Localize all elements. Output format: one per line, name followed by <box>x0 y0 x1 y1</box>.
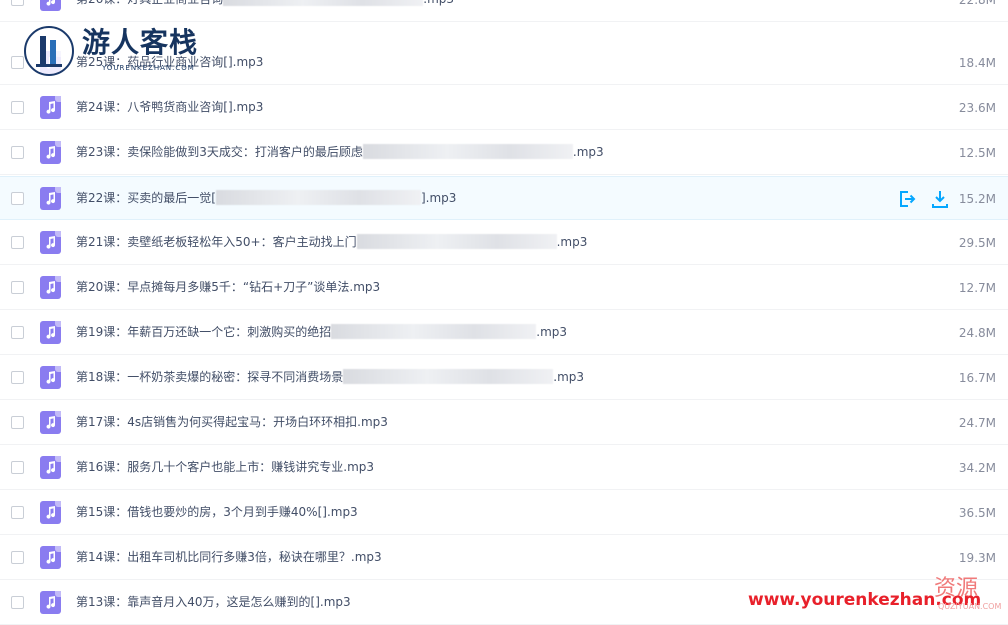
row-checkbox[interactable] <box>11 416 24 429</box>
row-checkbox[interactable] <box>11 236 24 249</box>
file-row[interactable]: 第18课：一杯奶茶卖爆的秘密：探寻不同消费场景 .mp3 16.7M <box>0 356 1008 400</box>
audio-file-icon <box>40 411 61 434</box>
row-checkbox[interactable] <box>11 56 24 69</box>
file-row[interactable]: 第16课：服务几十个客户也能上市：赚钱讲究专业.mp3 34.2M <box>0 446 1008 490</box>
file-size: 12.5M <box>958 146 996 160</box>
file-size: 24.7M <box>958 416 996 430</box>
file-name-text: 第21课：卖壁纸老板轻松年入50+：客户主动找上门 <box>76 235 357 249</box>
file-row[interactable]: 第20课：早点摊每月多赚5千：“钻石+刀子”谈单法.mp3 12.7M <box>0 266 1008 310</box>
audio-file-icon <box>40 546 61 569</box>
file-name-suffix: .mp3 <box>572 145 604 159</box>
redacted-text <box>356 234 557 249</box>
file-size: 34.2M <box>958 461 996 475</box>
file-name[interactable]: 第18课：一杯奶茶卖爆的秘密：探寻不同消费场景 .mp3 <box>76 369 584 385</box>
audio-file-icon <box>40 0 61 11</box>
watermark-logo: 游人客栈 YOURENKEZHAN.COM <box>24 26 224 78</box>
redacted-text <box>362 144 573 159</box>
file-size: 24.8M <box>958 326 996 340</box>
audio-file-icon <box>40 276 61 299</box>
file-name-text: 第17课：4s店销售为何买得起宝马：开场白环环相扣.mp3 <box>76 415 388 429</box>
row-checkbox[interactable] <box>11 281 24 294</box>
file-row[interactable]: 第22课：买卖的最后一觉[ ].mp3 15.2M <box>0 176 1008 220</box>
file-name-text: 第23课：卖保险能做到3天成交：打消客户的最后顾虑 <box>76 145 363 159</box>
file-row[interactable]: 第17课：4s店销售为何买得起宝马：开场白环环相扣.mp3 24.7M <box>0 401 1008 445</box>
logo-subtext: YOURENKEZHAN.COM <box>102 64 195 72</box>
file-name-suffix: .mp3 <box>556 235 588 249</box>
file-name-text: 第20课：早点摊每月多赚5千：“钻石+刀子”谈单法.mp3 <box>76 280 381 294</box>
audio-file-icon <box>40 187 61 210</box>
audio-file-icon <box>40 366 61 389</box>
file-name-suffix: .mp3 <box>553 370 585 384</box>
file-name-text: 第24课：八爷鸭货商业咨询[].mp3 <box>76 100 264 114</box>
file-name[interactable]: 第16课：服务几十个客户也能上市：赚钱讲究专业.mp3 <box>76 459 374 475</box>
file-size: 22.8M <box>958 0 996 7</box>
redacted-text <box>223 0 424 6</box>
file-name-text: 第22课：买卖的最后一觉[ <box>76 191 216 205</box>
file-name-text: 第19课：年薪百万还缺一个它：刺激购买的绝招 <box>76 325 332 339</box>
file-name[interactable]: 第15课：借钱也要炒的房，3个月到手赚40%[].mp3 <box>76 504 358 520</box>
file-row[interactable]: 第24课：八爷鸭货商业咨询[].mp3 23.6M <box>0 86 1008 130</box>
row-checkbox[interactable] <box>11 192 24 205</box>
file-name[interactable]: 第20课：早点摊每月多赚5千：“钻石+刀子”谈单法.mp3 <box>76 279 380 295</box>
file-size: 29.5M <box>958 236 996 250</box>
file-name[interactable]: 第22课：买卖的最后一觉[ ].mp3 <box>76 190 456 206</box>
row-checkbox[interactable] <box>11 371 24 384</box>
file-size: 36.5M <box>958 506 996 520</box>
row-checkbox[interactable] <box>11 551 24 564</box>
audio-file-icon <box>40 321 61 344</box>
file-name-text: 第18课：一杯奶茶卖爆的秘密：探寻不同消费场景 <box>76 370 344 384</box>
file-row[interactable]: 第21课：卖壁纸老板轻松年入50+：客户主动找上门 .mp3 29.5M <box>0 221 1008 265</box>
file-size: 19.3M <box>958 551 996 565</box>
audio-file-icon <box>40 231 61 254</box>
file-size: 23.6M <box>958 101 996 115</box>
row-checkbox[interactable] <box>11 506 24 519</box>
file-size: 18.4M <box>958 56 996 70</box>
file-name[interactable]: 第13课：靠声音月入40万，这是怎么赚到的[].mp3 <box>76 594 351 610</box>
file-size: 12.7M <box>958 281 996 295</box>
row-checkbox[interactable] <box>11 0 24 6</box>
file-row[interactable]: 第26课：灯具企业商业咨询 .mp3 22.8M <box>0 0 1008 22</box>
file-name-suffix: ].mp3 <box>420 191 457 205</box>
file-name[interactable]: 第26课：灯具企业商业咨询 .mp3 <box>76 0 454 7</box>
audio-file-icon <box>40 141 61 164</box>
file-row[interactable]: 第19课：年薪百万还缺一个它：刺激购买的绝招 .mp3 24.8M <box>0 311 1008 355</box>
row-checkbox[interactable] <box>11 146 24 159</box>
redacted-text <box>215 190 421 205</box>
file-name-suffix: .mp3 <box>536 325 568 339</box>
file-name-text: 第16课：服务几十个客户也能上市：赚钱讲究专业.mp3 <box>76 460 375 474</box>
row-checkbox[interactable] <box>11 101 24 114</box>
download-icon[interactable] <box>930 189 950 209</box>
file-name[interactable]: 第24课：八爷鸭货商业咨询[].mp3 <box>76 99 263 115</box>
audio-file-icon <box>40 591 61 614</box>
file-row[interactable]: 第15课：借钱也要炒的房，3个月到手赚40%[].mp3 36.5M <box>0 491 1008 535</box>
row-checkbox[interactable] <box>11 461 24 474</box>
logo-mark-icon <box>24 26 74 76</box>
file-size: 16.7M <box>958 371 996 385</box>
file-row[interactable]: 第23课：卖保险能做到3天成交：打消客户的最后顾虑 .mp3 12.5M <box>0 131 1008 175</box>
file-name[interactable]: 第17课：4s店销售为何买得起宝马：开场白环环相扣.mp3 <box>76 414 388 430</box>
file-name-text: 第14课：出租车司机比同行多赚3倍，秘诀在哪里？.mp3 <box>76 550 382 564</box>
file-name-suffix: .mp3 <box>423 0 454 6</box>
file-name-text: 第13课：靠声音月入40万，这是怎么赚到的[].mp3 <box>76 595 351 609</box>
file-size: 15.2M <box>958 192 996 206</box>
audio-file-icon <box>40 501 61 524</box>
file-name[interactable]: 第14课：出租车司机比同行多赚3倍，秘诀在哪里？.mp3 <box>76 549 382 565</box>
row-checkbox[interactable] <box>11 326 24 339</box>
file-name-text: 第26课：灯具企业商业咨询 <box>76 0 223 6</box>
logo-text: 游人客栈 <box>82 26 199 59</box>
audio-file-icon <box>40 96 61 119</box>
file-name[interactable]: 第19课：年薪百万还缺一个它：刺激购买的绝招 .mp3 <box>76 324 567 340</box>
redacted-text <box>343 369 554 384</box>
file-name-text: 第15课：借钱也要炒的房，3个月到手赚40%[].mp3 <box>76 505 358 519</box>
audio-file-icon <box>40 456 61 479</box>
watermark-bottom-right: 资源 www.yourenkezhan.com QUZIYUAN.COM <box>748 570 1008 615</box>
file-name[interactable]: 第23课：卖保险能做到3天成交：打消客户的最后顾虑 .mp3 <box>76 144 604 160</box>
watermark-small: QUZIYUAN.COM <box>938 602 1002 611</box>
row-checkbox[interactable] <box>11 596 24 609</box>
share-icon[interactable] <box>897 189 917 209</box>
redacted-text <box>331 324 537 339</box>
file-name[interactable]: 第21课：卖壁纸老板轻松年入50+：客户主动找上门 .mp3 <box>76 234 587 250</box>
